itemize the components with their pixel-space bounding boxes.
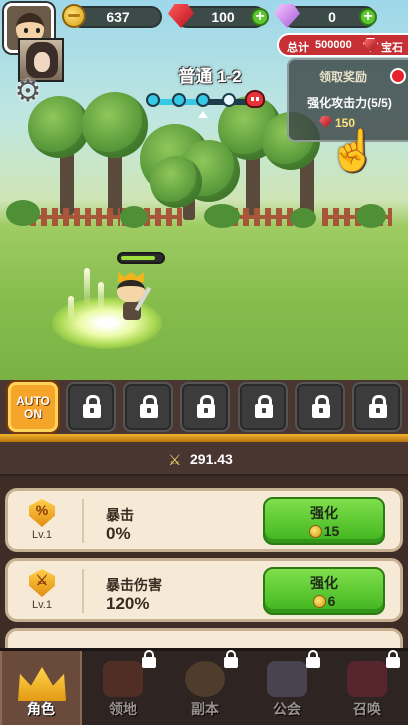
lock-icon xyxy=(224,650,238,668)
lock-icon xyxy=(140,395,158,418)
stage-title: 普通 1-2 xyxy=(178,67,242,86)
crown-icon xyxy=(18,667,66,701)
upgrade-button[interactable]: 强化 6 xyxy=(263,567,385,615)
stage-node xyxy=(222,93,236,107)
upgrade-button-label: 强化 xyxy=(310,575,338,591)
upgrade-card-crit: % Lv.1 暴击 0% 强化 15 xyxy=(5,488,403,552)
gold-value: 637 xyxy=(106,9,130,25)
hero-character xyxy=(113,272,157,324)
locked-skill-slot[interactable] xyxy=(238,382,288,432)
stage-cursor-icon xyxy=(198,111,208,118)
claim-reward-label[interactable]: 领取奖励 xyxy=(289,68,397,85)
reward-total-banner: 总计 500000 宝石 xyxy=(277,33,408,57)
gold-coin-icon xyxy=(62,4,86,28)
auto-label: AUTO xyxy=(16,394,50,408)
combat-power-bar: ⚔ 291.43 xyxy=(0,442,408,476)
dungeon-icon xyxy=(185,661,225,697)
upgrade-level: Lv.1 xyxy=(32,599,52,611)
divider xyxy=(0,434,408,442)
lock-icon xyxy=(306,650,320,668)
nav-label: 公会 xyxy=(273,701,301,717)
upgrade-list[interactable]: % Lv.1 暴击 0% 强化 15 ⚔ Lv.1 暴击伤害 120% 强化 6 xyxy=(0,478,408,648)
nav-tab-guild[interactable]: 公会 xyxy=(246,650,328,725)
lock-icon xyxy=(312,395,330,418)
nav-tab-dungeon[interactable]: 副本 xyxy=(164,650,246,725)
upgrade-name: 暴击伤害 xyxy=(106,577,162,593)
upgrade-value: 0% xyxy=(106,524,131,543)
spark-effect xyxy=(84,268,90,308)
settings-gear-icon[interactable]: ⚙ xyxy=(10,74,46,110)
reward-total-currency: 宝石 xyxy=(381,42,403,54)
nav-label: 角色 xyxy=(27,701,55,717)
crossed-swords-icon: ⚔ xyxy=(168,452,182,469)
locked-skill-slot[interactable] xyxy=(123,382,173,432)
combat-power-value: 291.43 xyxy=(190,451,233,467)
gold-coin-icon xyxy=(308,525,322,538)
stage-node-current xyxy=(196,93,210,107)
stage-node xyxy=(146,93,160,107)
lock-icon xyxy=(83,395,101,418)
nav-label: 领地 xyxy=(109,701,137,717)
upgrade-name: 暴击 xyxy=(106,507,134,523)
lock-icon xyxy=(197,395,215,418)
notification-dot xyxy=(390,68,406,84)
add-ruby-button[interactable]: + xyxy=(251,8,269,26)
lock-icon xyxy=(369,395,387,418)
boss-icon xyxy=(245,90,265,108)
upgrade-value: 120% xyxy=(106,594,150,613)
auto-toggle-button[interactable]: AUTO ON xyxy=(8,382,58,432)
lock-icon xyxy=(255,395,273,418)
nav-tab-territory[interactable]: 领地 xyxy=(82,650,164,725)
hero-hp-bar xyxy=(117,252,165,264)
upgrade-button-label: 强化 xyxy=(310,505,338,521)
locked-skill-slot[interactable] xyxy=(66,382,116,432)
lock-icon xyxy=(386,650,400,668)
upgrade-cost: 6 xyxy=(327,593,336,609)
locked-skill-slot[interactable] xyxy=(180,382,230,432)
ruby-icon xyxy=(363,38,378,52)
lock-icon xyxy=(142,650,156,668)
spark-effect xyxy=(98,282,104,312)
skill-slot-row xyxy=(0,380,408,434)
upgrade-cost: 15 xyxy=(323,523,340,539)
stage-node xyxy=(172,93,186,107)
diamond-value: 0 xyxy=(328,9,336,25)
upgrade-card-partial xyxy=(5,628,403,648)
upgrade-card-crit-damage: ⚔ Lv.1 暴击伤害 120% 强化 6 xyxy=(5,558,403,622)
auto-state: ON xyxy=(24,407,42,421)
bottom-nav: 角色 领地 副本 公会 召唤 xyxy=(0,648,408,725)
upgrade-button[interactable]: 强化 15 xyxy=(263,497,385,545)
add-diamond-button[interactable]: + xyxy=(359,8,377,26)
quest-text: 强化攻击力(5/5) xyxy=(307,96,392,110)
territory-icon xyxy=(103,661,143,697)
spark-effect xyxy=(68,296,74,322)
locked-skill-slot[interactable] xyxy=(352,382,402,432)
nav-label: 副本 xyxy=(191,701,219,717)
reward-total-value: 500000 xyxy=(315,39,352,51)
gold-coin-icon xyxy=(312,595,326,608)
sword-shield-icon: ⚔ Lv.1 xyxy=(20,569,62,613)
upgrade-level: Lv.1 xyxy=(32,529,52,541)
percent-shield-icon: % Lv.1 xyxy=(20,499,62,543)
locked-skill-slot[interactable] xyxy=(295,382,345,432)
nav-label: 召唤 xyxy=(353,701,381,717)
reward-total-label: 总计 xyxy=(287,42,309,54)
pointing-hand-icon: ☝ xyxy=(328,129,378,173)
guild-icon xyxy=(267,661,307,697)
ruby-value: 100 xyxy=(211,9,235,25)
nav-tab-summon[interactable]: 召唤 xyxy=(326,650,408,725)
summon-icon xyxy=(347,661,387,697)
nav-tab-character[interactable]: 角色 xyxy=(0,651,82,725)
